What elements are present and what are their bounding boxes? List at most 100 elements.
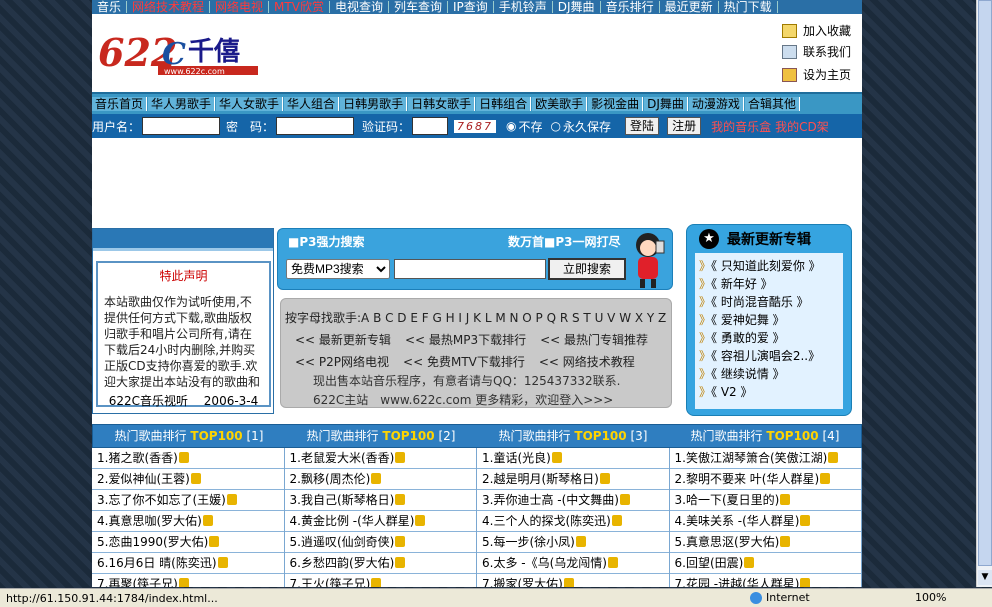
category-item[interactable]: 日韩女歌手 xyxy=(408,97,476,111)
song-title[interactable]: 6.16月6日 晴(陈奕迅) xyxy=(97,556,217,570)
speaker-icon[interactable] xyxy=(202,515,213,526)
song-row[interactable]: 1.笑傲江湖琴箫合(笑傲江湖) xyxy=(669,448,861,469)
search-input[interactable] xyxy=(394,259,546,279)
song-title[interactable]: 3.我自己(斯琴格日) xyxy=(290,493,395,507)
alphabet-index[interactable]: 按字母找歌手:A B C D E F G H I J K L M N O P Q… xyxy=(285,309,667,326)
top-nav-item[interactable]: 列车查询 xyxy=(389,1,448,13)
song-title[interactable]: 3.哈一下(夏日里的) xyxy=(675,493,780,507)
album-item[interactable]: 》《 容祖儿演唱会2..》 xyxy=(699,347,839,365)
speaker-icon[interactable] xyxy=(619,494,630,505)
speaker-icon[interactable] xyxy=(611,515,622,526)
quick-link[interactable]: << 免费MTV下载排行 xyxy=(403,353,525,370)
top-nav-item[interactable]: 网络技术教程 xyxy=(127,1,211,13)
song-row[interactable]: 4.美味关系 -(华人群星) xyxy=(669,511,861,532)
song-title[interactable]: 4.美味关系 -(华人群星) xyxy=(675,514,800,528)
speaker-icon[interactable] xyxy=(575,536,586,547)
category-item[interactable]: 欧美歌手 xyxy=(532,97,588,111)
song-title[interactable]: 1.老鼠爱大米(香香) xyxy=(290,451,395,465)
speaker-icon[interactable] xyxy=(395,494,406,505)
my-cd-link[interactable]: 我的CD架 xyxy=(775,118,829,135)
zoom-level[interactable]: 100% xyxy=(915,591,946,604)
song-row[interactable]: 4.真意思咖(罗大佑) xyxy=(92,511,284,532)
song-row[interactable]: 5.每一步(徐小凤) xyxy=(477,532,669,553)
album-item[interactable]: 》《 继续说情 》 xyxy=(699,365,839,383)
song-title[interactable]: 5.真意思沤(罗大佑) xyxy=(675,535,780,549)
song-title[interactable]: 7.再聚(筷子兄) xyxy=(97,577,178,587)
song-row[interactable]: 2.黎明不要来 叶(华人群星) xyxy=(669,469,861,490)
song-row[interactable]: 6.16月6日 晴(陈奕迅) xyxy=(92,553,284,574)
song-title[interactable]: 7.花园 -进越(华人群星) xyxy=(675,577,800,587)
speaker-icon[interactable] xyxy=(226,494,237,505)
scroll-thumb[interactable] xyxy=(978,0,992,566)
speaker-icon[interactable] xyxy=(415,515,426,526)
speaker-icon[interactable] xyxy=(217,557,228,568)
album-item[interactable]: 》《 V2 》 xyxy=(699,383,839,401)
song-title[interactable]: 2.飘移(周杰伦) xyxy=(290,472,371,486)
song-row[interactable]: 7.再聚(筷子兄) xyxy=(92,574,284,587)
song-title[interactable]: 6.太多 -《乌(乌龙闯情) xyxy=(482,556,607,570)
song-row[interactable]: 1.老鼠爱大米(香香) xyxy=(284,448,476,469)
song-title[interactable]: 6.回望(田震) xyxy=(675,556,744,570)
scroll-down-arrow-icon[interactable]: ▼ xyxy=(978,570,992,585)
album-item[interactable]: 》《 爱神妃舞 》 xyxy=(699,311,839,329)
radio-nosave[interactable]: ◉ xyxy=(506,119,516,133)
top-nav-item[interactable]: 热门下载 xyxy=(719,1,778,13)
song-row[interactable]: 4.三个人的探戈(陈奕迅) xyxy=(477,511,669,532)
register-button[interactable]: 注册 xyxy=(667,117,702,135)
song-title[interactable]: 1.猪之歌(香香) xyxy=(97,451,178,465)
speaker-icon[interactable] xyxy=(599,473,610,484)
category-item[interactable]: 华人男歌手 xyxy=(148,97,216,111)
song-row[interactable]: 3.我自己(斯琴格日) xyxy=(284,490,476,511)
song-title[interactable]: 2.爱似神仙(王蓉) xyxy=(97,472,190,486)
top-nav-item[interactable]: 电视查询 xyxy=(330,1,389,13)
quick-link[interactable]: << P2P网络电视 xyxy=(295,353,389,370)
speaker-icon[interactable] xyxy=(607,557,618,568)
speaker-icon[interactable] xyxy=(371,473,382,484)
song-title[interactable]: 7.搬家(罗大佑) xyxy=(482,577,563,587)
chart-header[interactable]: 热门歌曲排行 TOP100 [3] xyxy=(477,425,669,447)
vertical-scrollbar[interactable]: ▼ xyxy=(976,0,992,587)
category-item[interactable]: DJ舞曲 xyxy=(644,97,688,111)
top-nav-item[interactable]: DJ舞曲 xyxy=(553,1,601,13)
quick-link[interactable]: << 最新更新专辑 xyxy=(295,331,391,348)
speaker-icon[interactable] xyxy=(744,557,755,568)
main-site-note[interactable]: 622C主站 www.622c.com 更多精彩，欢迎登入>>> xyxy=(285,393,667,408)
password-input[interactable] xyxy=(276,117,355,135)
song-title[interactable]: 2.黎明不要来 叶(华人群星) xyxy=(675,472,820,486)
song-row[interactable]: 6.乡愁四韵(罗大佑) xyxy=(284,553,476,574)
speaker-icon[interactable] xyxy=(178,452,189,463)
category-item[interactable]: 日韩组合 xyxy=(476,97,532,111)
category-item[interactable]: 华人组合 xyxy=(284,97,340,111)
song-row[interactable]: 5.真意思沤(罗大佑) xyxy=(669,532,861,553)
top-nav-item[interactable]: 音乐排行 xyxy=(601,1,660,13)
chart-header[interactable]: 热门歌曲排行 TOP100 [4] xyxy=(669,425,861,447)
song-row[interactable]: 4.黄金比例 -(华人群星) xyxy=(284,511,476,532)
category-item[interactable]: 音乐首页 xyxy=(92,97,148,111)
speaker-icon[interactable] xyxy=(820,473,831,484)
song-row[interactable]: 7.花园 -进越(华人群星) xyxy=(669,574,861,587)
speaker-icon[interactable] xyxy=(178,578,189,587)
song-title[interactable]: 4.真意思咖(罗大佑) xyxy=(97,514,202,528)
top-nav-item[interactable]: 最近更新 xyxy=(660,1,719,13)
site-logo[interactable]: 622 C 千僖 www.622c.com xyxy=(98,28,268,76)
top-nav-item[interactable]: 音乐 xyxy=(92,1,128,13)
song-title[interactable]: 7.王火(筷子兄) xyxy=(290,577,371,587)
username-input[interactable] xyxy=(142,117,221,135)
speaker-icon[interactable] xyxy=(395,536,406,547)
song-row[interactable]: 5.恋曲1990(罗大佑) xyxy=(92,532,284,553)
song-title[interactable]: 2.越是明月(斯琴格日) xyxy=(482,472,599,486)
song-row[interactable]: 3.忘了你不如忘了(王媛) xyxy=(92,490,284,511)
chart-header[interactable]: 热门歌曲排行 TOP100 [1] xyxy=(93,425,285,447)
song-title[interactable]: 3.忘了你不如忘了(王媛) xyxy=(97,493,226,507)
speaker-icon[interactable] xyxy=(551,452,562,463)
category-item[interactable]: 合辑其他 xyxy=(744,97,800,111)
song-row[interactable]: 7.王火(筷子兄) xyxy=(284,574,476,587)
speaker-icon[interactable] xyxy=(209,536,220,547)
search-type-select[interactable]: 免费MP3搜索 xyxy=(286,259,390,279)
top-nav-item[interactable]: 手机铃声 xyxy=(494,1,553,13)
quick-link[interactable]: << 最热MP3下载排行 xyxy=(405,331,526,348)
song-title[interactable]: 4.三个人的探戈(陈奕迅) xyxy=(482,514,611,528)
speaker-icon[interactable] xyxy=(395,452,406,463)
speaker-icon[interactable] xyxy=(190,473,201,484)
quick-link[interactable]: << 最热门专辑推荐 xyxy=(540,331,648,348)
